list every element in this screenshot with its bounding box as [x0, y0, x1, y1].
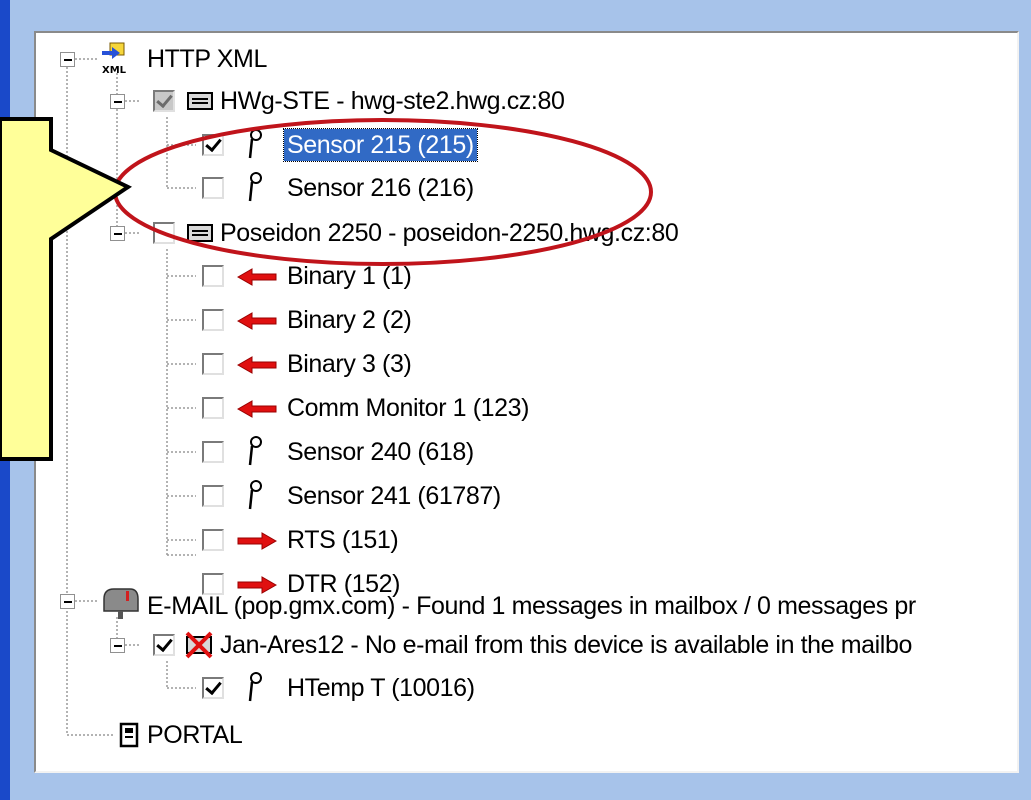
tree-item-rts[interactable]: RTS (151): [284, 523, 401, 557]
sensor-probe-icon: [244, 671, 266, 709]
tree-item-http-xml[interactable]: HTTP XML: [144, 42, 270, 76]
device-error-icon: [184, 630, 214, 664]
tree-item-email[interactable]: E-MAIL (pop.gmx.com) - Found 1 messages …: [144, 589, 919, 623]
tree-item-label: Sensor 241 (61787): [287, 482, 501, 510]
tree-item-sensor-241[interactable]: Sensor 241 (61787): [284, 479, 504, 513]
xml-icon: XML: [98, 39, 136, 81]
checkbox-htemp[interactable]: [202, 677, 224, 699]
output-arrow-right-icon: [236, 531, 278, 555]
svg-text:XML: XML: [102, 65, 127, 76]
expander-email[interactable]: [60, 594, 75, 609]
checkbox-rts[interactable]: [202, 529, 224, 551]
sensor-probe-icon: [244, 479, 266, 517]
tree-item-label: Jan-Ares12 - No e-mail from this device …: [220, 631, 912, 659]
checkbox-sensor-241[interactable]: [202, 485, 224, 507]
expander-hwg-ste[interactable]: [110, 94, 125, 109]
expander-jan-ares[interactable]: [110, 638, 125, 653]
tree-item-htemp[interactable]: HTemp T (10016): [284, 671, 478, 705]
callout-bubble: [0, 117, 133, 461]
mailbox-icon: [98, 585, 142, 623]
tree-item-label: HTTP XML: [147, 45, 267, 73]
tree-item-label: HTemp T (10016): [287, 674, 475, 702]
expander-http-xml[interactable]: [60, 52, 75, 67]
checkbox-hwg-ste[interactable]: [153, 90, 175, 112]
portal-device-icon: [118, 722, 140, 752]
tree-item-jan-ares[interactable]: Jan-Ares12 - No e-mail from this device …: [217, 628, 915, 662]
tree-item-label: PORTAL: [147, 721, 243, 749]
tree-item-label: RTS (151): [287, 526, 399, 554]
checkbox-jan-ares[interactable]: [153, 634, 175, 656]
tree-item-portal[interactable]: PORTAL: [144, 718, 245, 752]
tree-item-label: E-MAIL (pop.gmx.com) - Found 1 messages …: [147, 592, 916, 620]
